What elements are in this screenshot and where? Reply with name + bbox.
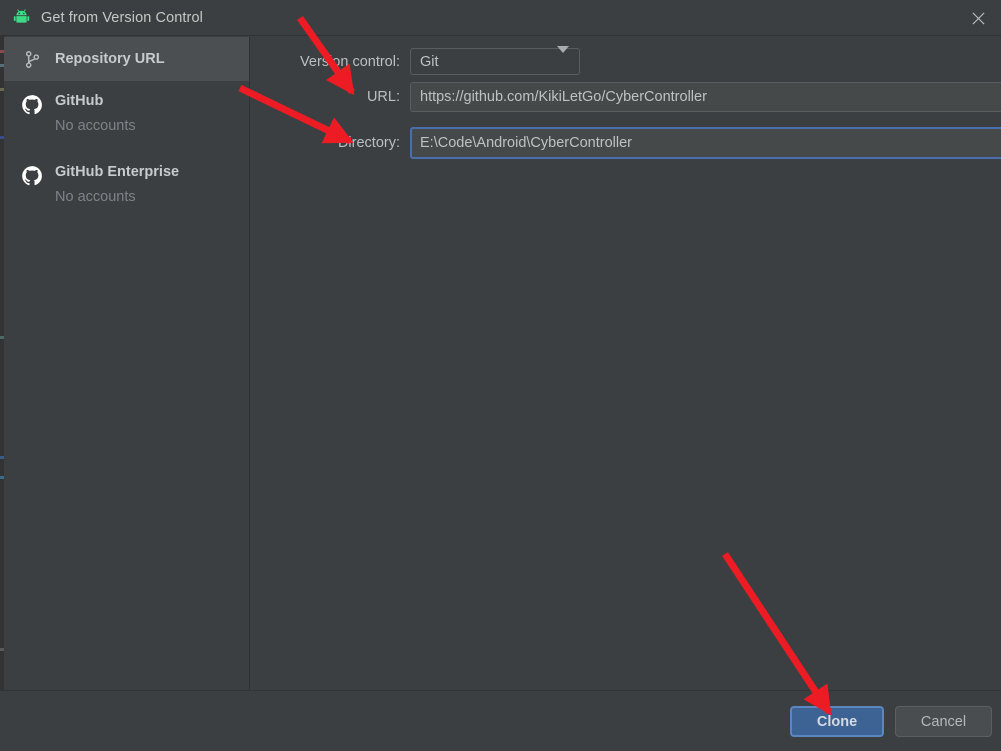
get-from-version-control-dialog: Get from Version Control Repository URL … bbox=[0, 0, 1001, 751]
chevron-down-icon bbox=[557, 45, 569, 71]
git-branch-icon bbox=[18, 49, 46, 69]
sidebar-item-repository-url[interactable]: Repository URL bbox=[4, 37, 249, 81]
version-control-select[interactable]: Git bbox=[410, 45, 580, 75]
github-icon bbox=[18, 93, 46, 116]
window-title: Get from Version Control bbox=[41, 9, 203, 26]
url-value: https://github.com/KikiLetGo/CyberContro… bbox=[420, 89, 707, 105]
url-input[interactable]: https://github.com/KikiLetGo/CyberContro… bbox=[410, 82, 1001, 112]
directory-row: Directory: E:\Code\Android\CyberControll… bbox=[268, 127, 1001, 159]
cancel-button[interactable]: Cancel bbox=[895, 706, 992, 737]
url-row: URL: https://github.com/KikiLetGo/CyberC… bbox=[268, 82, 1001, 112]
version-control-value: Git bbox=[420, 53, 439, 70]
directory-value: E:\Code\Android\CyberController bbox=[420, 135, 632, 151]
sidebar-item-sublabel: No accounts bbox=[55, 189, 136, 205]
sidebar-item-label: GitHub Enterprise bbox=[55, 164, 180, 180]
sidebar-item-github-enterprise[interactable]: GitHub Enterprise No accounts bbox=[4, 152, 249, 223]
source-list-sidebar: Repository URL GitHub No accounts GitHub bbox=[4, 37, 250, 690]
github-icon bbox=[18, 164, 46, 187]
dialog-footer: Clone Cancel bbox=[0, 690, 1001, 751]
title-bar: Get from Version Control bbox=[0, 0, 1001, 36]
sidebar-item-label: GitHub bbox=[55, 93, 104, 109]
sidebar-item-github[interactable]: GitHub No accounts bbox=[4, 81, 249, 152]
url-label: URL: bbox=[366, 89, 400, 105]
version-control-label: Version control: bbox=[300, 53, 400, 70]
sidebar-item-sublabel: No accounts bbox=[55, 118, 136, 134]
android-robot-icon bbox=[11, 8, 31, 28]
sidebar-item-label: Repository URL bbox=[55, 50, 165, 67]
clone-button[interactable]: Clone bbox=[790, 706, 884, 737]
close-icon[interactable] bbox=[955, 0, 1001, 36]
directory-input[interactable]: E:\Code\Android\CyberController bbox=[410, 127, 1001, 159]
directory-label: Directory: bbox=[337, 135, 400, 151]
version-control-row: Version control: Git bbox=[268, 45, 580, 75]
clone-form-panel: Version control: Git URL: https://github… bbox=[251, 37, 1001, 690]
